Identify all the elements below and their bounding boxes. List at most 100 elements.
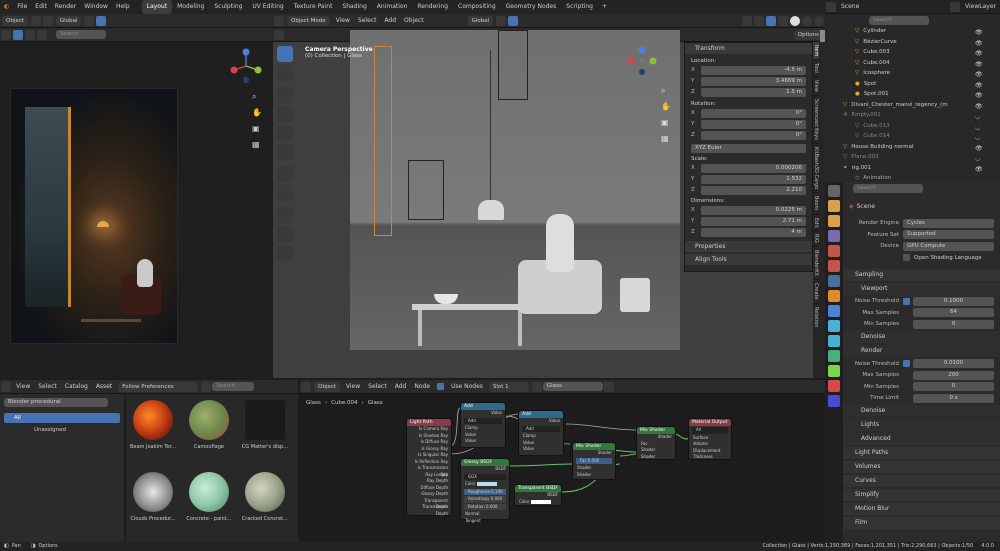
tab-blenderkit[interactable]: BlenderKit xyxy=(813,247,819,281)
tab-edit[interactable]: Edit xyxy=(813,215,819,232)
node-socket[interactable]: All xyxy=(692,427,728,434)
use-nodes-checkbox[interactable] xyxy=(436,383,444,390)
left-object-mode-dropdown[interactable]: Object xyxy=(2,15,28,26)
object-mode-dropdown[interactable]: Object Mode xyxy=(287,15,330,26)
node-socket[interactable]: Thickness xyxy=(689,454,731,461)
select-box-tool[interactable] xyxy=(277,46,293,62)
material-slot-dropdown[interactable]: Slot 1 xyxy=(488,381,529,392)
r-max-samples-field[interactable]: 200 xyxy=(913,370,994,380)
main-menu-add[interactable]: Add xyxy=(380,17,400,24)
main-grid-icon[interactable]: ▦ xyxy=(661,134,671,144)
left-search-input[interactable]: Search xyxy=(56,30,106,39)
node-add-1[interactable]: Add Value Add Clamp Value Value xyxy=(460,402,506,448)
node-socket[interactable]: Shader xyxy=(573,472,615,479)
left-viewport-icon-2[interactable] xyxy=(42,15,53,26)
scene-props-icon[interactable] xyxy=(828,245,840,257)
vp-max-samples-field[interactable]: 64 xyxy=(913,308,994,317)
annotate-tool[interactable] xyxy=(277,166,293,182)
tab-boom[interactable]: Boom xyxy=(813,193,819,215)
node-socket[interactable]: Value xyxy=(519,446,563,453)
node-menu-node[interactable]: Node xyxy=(410,383,434,390)
texture-props-icon[interactable] xyxy=(828,395,840,407)
rotation-z-field[interactable]: 0° xyxy=(701,130,806,140)
snap-icon[interactable] xyxy=(496,15,507,26)
node-socket[interactable]: Roughness 0.100 xyxy=(464,488,506,495)
vp-noise-threshold-field[interactable]: 0.1000 xyxy=(913,296,994,306)
workspace-tab-scripting[interactable]: Scripting xyxy=(561,0,598,14)
vp-min-samples-field[interactable]: 0 xyxy=(913,319,994,329)
tab-screencast-keys[interactable]: Screencast Keys xyxy=(813,96,819,144)
tab-create[interactable]: Create xyxy=(813,280,819,304)
proportional-edit-icon[interactable] xyxy=(508,15,519,26)
lights-header[interactable]: Lights xyxy=(843,419,1000,431)
left-nav-gizmo[interactable] xyxy=(228,48,264,84)
data-props-icon[interactable] xyxy=(828,365,840,377)
node-material-output[interactable]: Material Output All Surface Volume Displ… xyxy=(688,418,732,460)
node-socket[interactable]: Shader xyxy=(573,450,615,457)
left-overlay-icon[interactable] xyxy=(37,29,47,40)
left-orientation-dropdown[interactable]: Global xyxy=(55,15,82,26)
tab-item[interactable]: Item xyxy=(813,42,819,61)
view-layer-selector[interactable]: ViewLayer xyxy=(961,3,1000,10)
catalog-unassigned[interactable]: Unassigned xyxy=(4,425,120,435)
overlay-icon[interactable] xyxy=(766,15,776,26)
node-socket[interactable]: Color xyxy=(461,481,509,488)
main-camera-icon[interactable]: ▣ xyxy=(661,118,671,128)
tab-view[interactable]: View xyxy=(813,77,819,96)
scale-tool[interactable] xyxy=(277,125,293,141)
asset-item[interactable]: Beam Joakim Tor... xyxy=(126,394,180,466)
osl-checkbox[interactable] xyxy=(903,254,910,261)
menu-window[interactable]: Window xyxy=(80,0,112,14)
main-nav-gizmo[interactable] xyxy=(627,46,657,76)
workspace-tab-uv-editing[interactable]: UV Editing xyxy=(247,0,288,14)
options-dropdown[interactable]: Options xyxy=(793,29,824,40)
outliner-search-input[interactable]: Search xyxy=(869,15,929,25)
rotation-mode-dropdown[interactable]: XYZ Euler xyxy=(691,143,806,153)
menu-file[interactable]: File xyxy=(13,0,31,14)
render-engine-dropdown[interactable]: Cycles xyxy=(903,218,994,228)
asset-filter-icon[interactable] xyxy=(201,381,212,392)
transform-tool[interactable] xyxy=(277,144,293,160)
visibility-eye-icons[interactable]: 👁 👁 👁 👁 👁 👁 👁 👁 ◡ ◡ ◡ 👁 ◡ 👁 xyxy=(975,28,985,175)
node-menu-view[interactable]: View xyxy=(342,383,364,390)
node-socket[interactable]: Value xyxy=(461,438,505,445)
location-x-field[interactable]: -4.5 m xyxy=(701,65,806,75)
r-denoise-header[interactable]: Denoise xyxy=(843,405,1000,417)
node-transparent-bsdf[interactable]: Transparent BSDF BSDF Color xyxy=(514,484,562,506)
node-socket[interactable]: Add xyxy=(464,417,502,424)
time-limit-field[interactable]: 0 s xyxy=(913,393,994,403)
asset-item[interactable]: CG Matter's disp... xyxy=(238,394,292,466)
camera-icon[interactable]: ▣ xyxy=(252,124,262,134)
asset-search-input[interactable]: Search xyxy=(212,382,255,391)
node-mix-shader-1[interactable]: Mix Shader Shader Fac 0.500 Shader Shade… xyxy=(572,442,616,480)
location-z-field[interactable]: 1.5 m xyxy=(701,87,806,97)
extrude-tool[interactable] xyxy=(277,226,293,242)
menu-help[interactable]: Help xyxy=(112,0,134,14)
workspace-tab-texture-paint[interactable]: Texture Paint xyxy=(289,0,338,14)
material-props-icon[interactable] xyxy=(828,380,840,392)
left-proportional-icon[interactable] xyxy=(96,15,107,26)
node-socket[interactable]: Anisotropy 0.000 xyxy=(464,496,506,503)
object-props-icon[interactable] xyxy=(828,290,840,302)
constraint-props-icon[interactable] xyxy=(828,350,840,362)
left-pin-icon[interactable] xyxy=(1,29,11,40)
asset-editor-type-icon[interactable] xyxy=(1,381,11,392)
rotation-y-field[interactable]: 0° xyxy=(701,119,806,129)
import-method-dropdown[interactable]: Follow Preferences xyxy=(118,381,199,392)
shading-rendered-icon[interactable] xyxy=(814,15,824,26)
rendered-viewport[interactable]: ⌕ ✋ ▣ ▦ xyxy=(0,42,273,378)
sampling-header[interactable]: Sampling xyxy=(843,268,1000,281)
collection-props-icon[interactable] xyxy=(828,275,840,287)
asset-library-dropdown[interactable]: Blender procedural xyxy=(4,398,108,407)
viewport-sampling-header[interactable]: Viewport xyxy=(843,282,1000,295)
physics-props-icon[interactable] xyxy=(828,335,840,347)
main-menu-view[interactable]: View xyxy=(332,17,354,24)
vp-denoise-header[interactable]: Denoise xyxy=(843,331,1000,343)
output-props-icon[interactable] xyxy=(828,215,840,227)
left-snap-icon[interactable] xyxy=(84,15,95,26)
asset-item[interactable]: Concrete - paint... xyxy=(182,466,236,538)
node-socket[interactable]: Color xyxy=(515,499,561,506)
world-props-icon[interactable] xyxy=(828,260,840,272)
workspace-tab-shading[interactable]: Shading xyxy=(337,0,371,14)
left-display-icon[interactable] xyxy=(13,29,23,40)
